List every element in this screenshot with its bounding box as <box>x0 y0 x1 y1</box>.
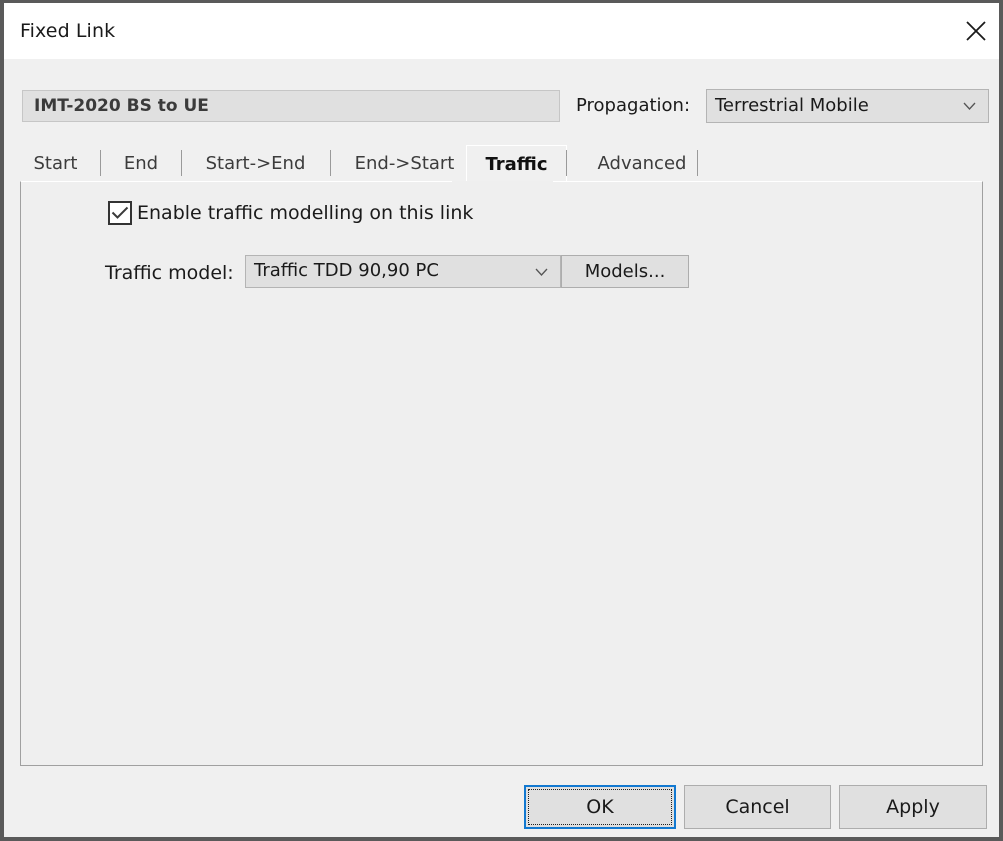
fixed-link-dialog: Fixed Link IMT-2020 BS to UE Propagation… <box>0 0 1003 841</box>
tab-end-to-start[interactable]: End->Start <box>340 145 469 181</box>
tab-advanced[interactable]: Advanced <box>577 145 707 181</box>
models-button-label: Models... <box>584 261 666 282</box>
cancel-button[interactable]: Cancel <box>684 785 831 829</box>
enable-traffic-modelling-row[interactable]: Enable traffic modelling on this link <box>108 201 473 225</box>
enable-traffic-modelling-label: Enable traffic modelling on this link <box>137 202 474 224</box>
tab-separator <box>181 150 182 176</box>
close-icon <box>964 19 988 43</box>
window-title: Fixed Link <box>20 20 116 42</box>
tab-label: Advanced <box>597 152 687 174</box>
tab-separator <box>697 150 698 176</box>
tab-traffic[interactable]: Traffic <box>466 145 567 182</box>
title-bar: Fixed Link <box>4 3 999 59</box>
cancel-button-label: Cancel <box>725 796 790 818</box>
link-name-field[interactable]: IMT-2020 BS to UE <box>22 90 560 122</box>
close-button[interactable] <box>952 3 999 59</box>
ok-button-label: OK <box>586 796 614 818</box>
tab-label: Traffic <box>485 153 548 175</box>
ok-button[interactable]: OK <box>524 785 676 829</box>
chevron-down-icon <box>535 268 548 276</box>
apply-button[interactable]: Apply <box>839 785 987 829</box>
traffic-model-dropdown[interactable]: Traffic TDD 90,90 PC <box>245 255 561 288</box>
tab-label: End->Start <box>354 152 455 174</box>
traffic-model-value: Traffic TDD 90,90 PC <box>254 260 439 281</box>
tab-separator <box>100 150 101 176</box>
enable-traffic-modelling-checkbox[interactable] <box>108 201 132 225</box>
propagation-value: Terrestrial Mobile <box>715 95 869 116</box>
chevron-down-icon <box>963 102 976 110</box>
tab-separator <box>566 150 567 176</box>
check-icon <box>111 206 129 220</box>
tab-start-to-end[interactable]: Start->End <box>191 145 320 181</box>
dialog-body: IMT-2020 BS to UE Propagation: Terrestri… <box>4 59 999 837</box>
propagation-dropdown[interactable]: Terrestrial Mobile <box>706 89 989 123</box>
traffic-model-label: Traffic model: <box>105 262 234 284</box>
propagation-label: Propagation: <box>576 95 691 116</box>
tab-label: End <box>123 152 159 174</box>
tab-label: Start->End <box>205 152 306 174</box>
tab-panel-notch <box>452 181 553 182</box>
tab-start[interactable]: Start <box>20 145 91 181</box>
apply-button-label: Apply <box>886 796 940 818</box>
link-name-value: IMT-2020 BS to UE <box>34 96 209 116</box>
tab-label: Start <box>33 152 78 174</box>
models-button[interactable]: Models... <box>561 255 689 288</box>
tab-end[interactable]: End <box>110 145 172 181</box>
tab-strip: Start End Start->End End->Start Traffic … <box>20 145 983 182</box>
tab-separator <box>330 150 331 176</box>
